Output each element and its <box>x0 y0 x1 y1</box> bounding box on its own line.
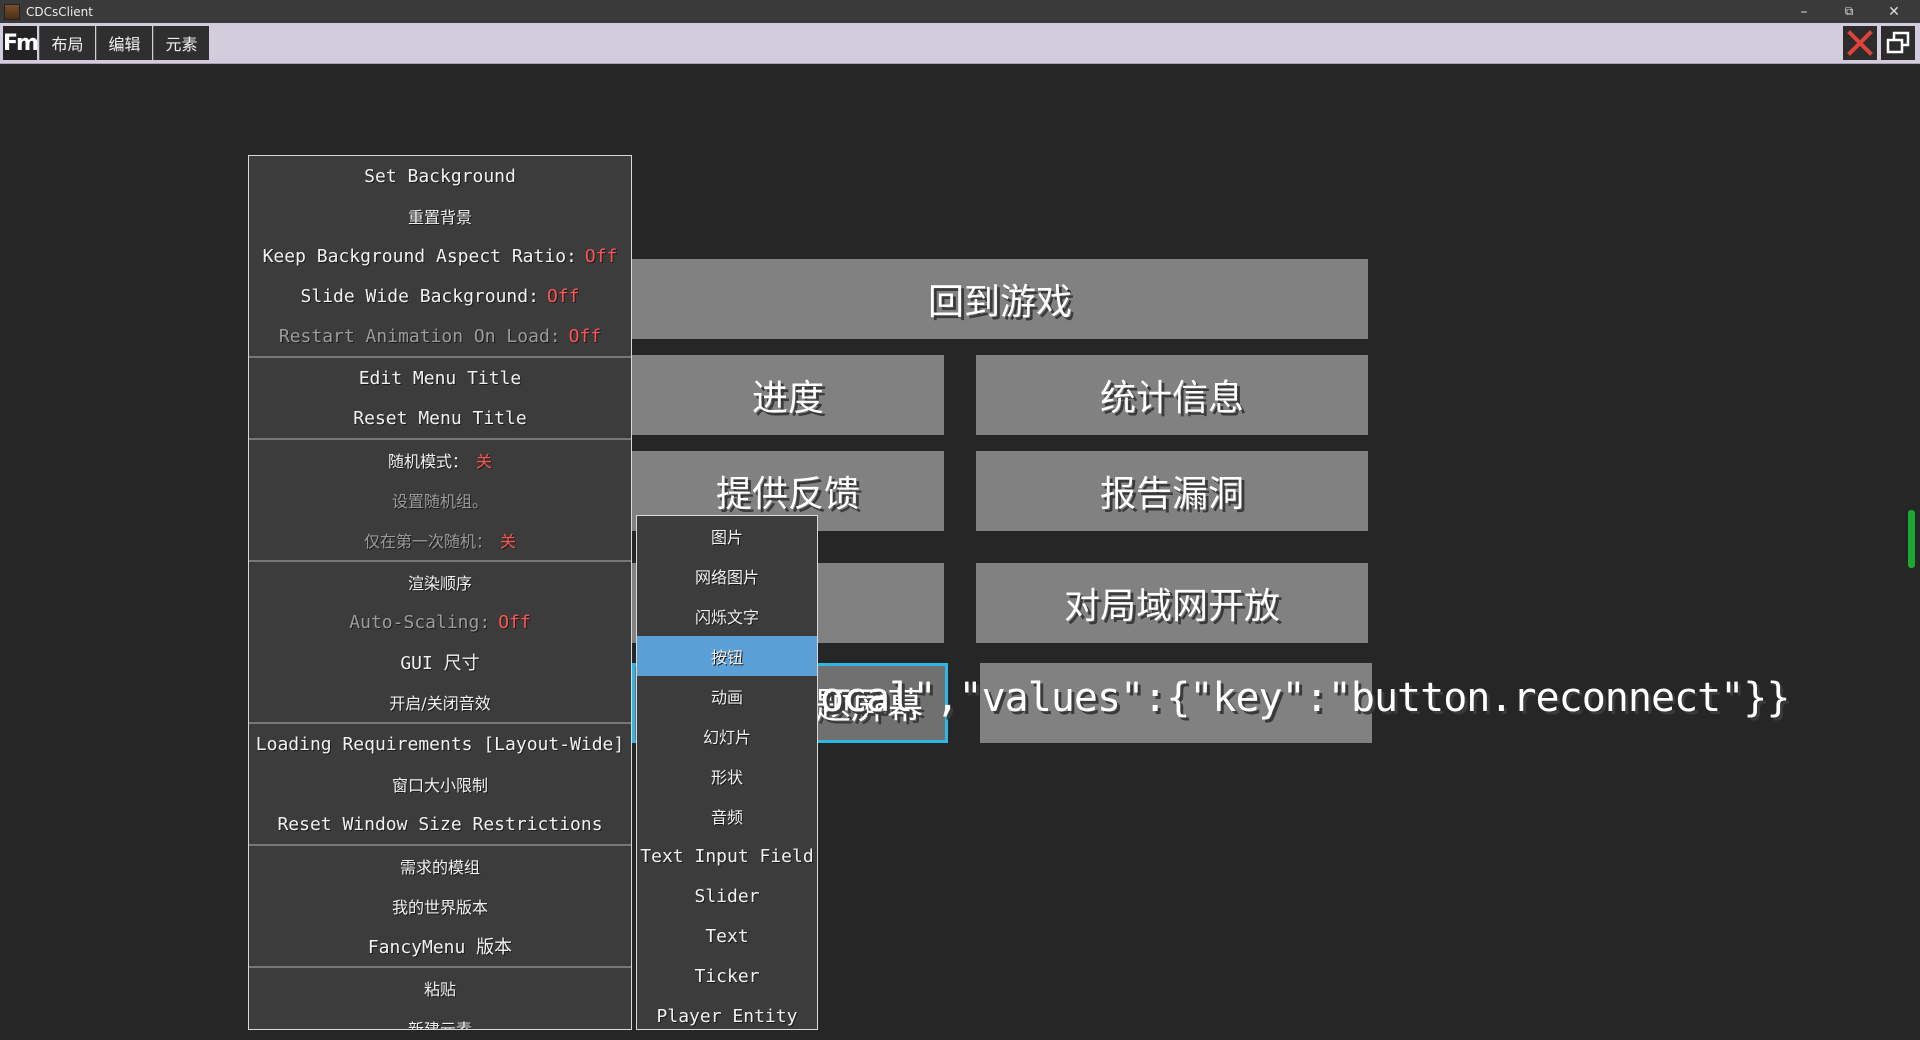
report-bugs-button[interactable]: 报告漏洞 <box>976 451 1368 531</box>
layout-menu-item-edit-menu-title[interactable]: Edit Menu Title <box>249 356 631 398</box>
element-menu-item-ticker[interactable]: Ticker <box>637 956 817 996</box>
layout-menu-item-label: 新建元素 <box>407 1020 472 1030</box>
layout-menu-item-label: Slide Wide Background: <box>300 285 539 307</box>
element-menu-item-5[interactable]: 幻灯片 <box>637 716 817 756</box>
toggle-state-value: Off <box>568 325 602 347</box>
layout-menu-item-auto-scaling[interactable]: Auto-Scaling: Off <box>249 602 631 642</box>
element-menu-item-7[interactable]: 音频 <box>637 796 817 836</box>
element-menu-item-label: Ticker <box>694 965 760 987</box>
layout-menu-item-label: Reset Menu Title <box>353 407 527 429</box>
layout-menu-item-label: Restart Animation On Load: <box>278 325 561 347</box>
layout-menu-item-label: Set Background <box>364 165 516 187</box>
layout-menu-item-label: Edit Menu Title <box>358 367 522 389</box>
layout-menu-item-8[interactable]: 设置随机组。 <box>249 480 631 520</box>
element-menu-item-label: 形状 <box>710 768 743 787</box>
layout-menu-item-15[interactable]: 窗口大小限制 <box>249 764 631 804</box>
layout-menu-item-label: 重置背景 <box>407 208 472 227</box>
fancymenu-logo-icon[interactable]: Fm <box>3 26 39 60</box>
element-menu-item-2[interactable]: 闪烁文字 <box>637 596 817 636</box>
element-menu-item-label: 图片 <box>710 528 743 547</box>
open-to-lan-button[interactable]: 对局域网开放 <box>976 563 1368 643</box>
layout-menu-item-10[interactable]: 渲染顺序 <box>249 560 631 602</box>
toggle-state-value: Off <box>584 245 618 267</box>
tab-edit[interactable]: 编辑 <box>96 26 152 60</box>
layout-menu-item-label: Auto-Scaling: <box>349 611 491 633</box>
element-menu-item-text-input-field[interactable]: Text Input Field <box>637 836 817 876</box>
tab-layout[interactable]: 布局 <box>39 26 95 60</box>
layout-context-menu: Set Background 重置背景 Keep Background Aspect… <box>248 155 632 1030</box>
element-menu-item-3[interactable]: 按钮 <box>637 636 817 676</box>
element-menu-item-label: 闪烁文字 <box>694 608 759 627</box>
layout-menu-item-label: 仅在第一次随机： <box>363 532 492 551</box>
element-menu-item-0[interactable]: 图片 <box>637 516 817 556</box>
layout-menu-item-slide-wide-background[interactable]: Slide Wide Background: Off <box>249 276 631 316</box>
toggle-state-value: Off <box>498 611 531 633</box>
layout-menu-item-label: 需求的模组 <box>399 858 480 877</box>
layout-menu-item-label: 窗口大小限制 <box>391 776 488 795</box>
statistics-button[interactable]: 统计信息 <box>976 355 1368 435</box>
element-menu-item-label: Text Input Field <box>640 845 814 867</box>
maximize-button[interactable]: ⧉ <box>1827 0 1871 23</box>
layout-menu-item-label: 渲染顺序 <box>407 574 472 593</box>
element-menu-item-1[interactable]: 网络图片 <box>637 556 817 596</box>
scroll-indicator[interactable] <box>1908 510 1915 568</box>
layout-menu-item-label: FancyMenu 版本 <box>367 937 513 958</box>
back-to-game-button[interactable]: 回到游戏 <box>632 259 1368 339</box>
window-title: CDCsClient <box>26 4 93 19</box>
layout-menu-item-label: Loading Requirements [Layout-Wide] <box>255 733 625 755</box>
element-menu-item-label: 动画 <box>710 688 743 707</box>
layout-menu-item-13[interactable]: 开启/关闭音效 <box>249 682 631 722</box>
layout-menu-item-fancymenu[interactable]: FancyMenu 版本 <box>249 926 631 966</box>
layout-menu-item-20[interactable]: 粘贴 <box>249 966 631 1008</box>
toggle-state-value: 关 <box>476 452 493 471</box>
element-menu-item-text[interactable]: Text <box>637 916 817 956</box>
layout-menu-item-1[interactable]: 重置背景 <box>249 196 631 236</box>
layout-menu-item-label: Reset Window Size Restrictions <box>277 813 603 835</box>
window-close-button[interactable]: ✕ <box>1872 0 1916 23</box>
toggle-state-value: Off <box>546 285 580 307</box>
close-editor-icon[interactable] <box>1843 26 1877 60</box>
minimize-button[interactable]: – <box>1782 0 1826 23</box>
layout-menu-item-7[interactable]: 随机模式： 关 <box>249 438 631 480</box>
layout-menu-item-label: 设置随机组。 <box>391 492 488 511</box>
app-icon <box>4 3 20 20</box>
element-menu-item-label: 按钮 <box>710 648 743 667</box>
layout-menu-item-label: 我的世界版本 <box>391 898 488 917</box>
layout-menu-item-label: GUI 尺寸 <box>400 653 480 674</box>
layout-menu-item-loading-requirements-layout-wide[interactable]: Loading Requirements [Layout-Wide] <box>249 722 631 764</box>
layout-menu-item-label: 开启/关闭音效 <box>389 694 491 713</box>
element-menu-item-4[interactable]: 动画 <box>637 676 817 716</box>
layout-menu-item-18[interactable]: 我的世界版本 <box>249 886 631 926</box>
layout-menu-item-reset-window-size-restrictions[interactable]: Reset Window Size Restrictions <box>249 804 631 844</box>
element-menu-item-player-entity[interactable]: Player Entity <box>637 996 817 1029</box>
layout-menu-item-9[interactable]: 仅在第一次随机： 关 <box>249 520 631 560</box>
element-menu-item-label: 网络图片 <box>694 568 759 587</box>
layout-menu-item-21[interactable]: 新建元素 <box>249 1008 631 1030</box>
element-menu-item-slider[interactable]: Slider <box>637 876 817 916</box>
element-menu-item-6[interactable]: 形状 <box>637 756 817 796</box>
layout-menu-item-label: 随机模式： <box>387 452 468 471</box>
tab-element[interactable]: 元素 <box>153 26 209 60</box>
advancements-button[interactable]: 进度 <box>632 355 944 435</box>
layout-menu-item-keep-background-aspect-ratio[interactable]: Keep Background Aspect Ratio: Off <box>249 236 631 276</box>
layout-menu-item-reset-menu-title[interactable]: Reset Menu Title <box>249 398 631 438</box>
element-menu-item-label: 幻灯片 <box>702 728 751 747</box>
editor-menubar: Fm 布局 编辑 元素 <box>0 23 1920 64</box>
layout-menu-item-gui[interactable]: GUI 尺寸 <box>249 642 631 682</box>
button-label-overflow-text: ocal","values":{"key":"button.reconnect"… <box>820 675 1790 721</box>
layout-menu-item-label: Keep Background Aspect Ratio: <box>262 245 577 267</box>
layout-menu-item-set-background[interactable]: Set Background <box>249 156 631 196</box>
element-menu-item-label: 音频 <box>710 808 743 827</box>
layout-menu-item-restart-animation-on-load[interactable]: Restart Animation On Load: Off <box>249 316 631 356</box>
element-menu-item-label: Slider <box>694 885 760 907</box>
windows-icon[interactable] <box>1881 26 1915 60</box>
element-submenu: 图片网络图片闪烁文字按钮动画幻灯片形状音频 Text Input Field Sli… <box>636 515 818 1030</box>
element-menu-item-label: Text <box>705 925 749 947</box>
layout-menu-item-label: 粘贴 <box>423 980 456 999</box>
toggle-state-value: 关 <box>500 532 517 551</box>
window-titlebar: CDCsClient – ⧉ ✕ <box>0 0 1920 23</box>
element-menu-item-label: Player Entity <box>656 1005 798 1027</box>
layout-menu-item-17[interactable]: 需求的模组 <box>249 844 631 886</box>
